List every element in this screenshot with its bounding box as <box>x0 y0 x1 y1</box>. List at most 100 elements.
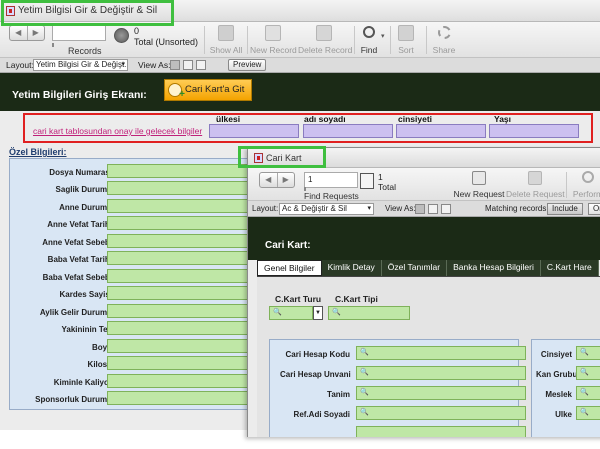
c-kart-tipi-field[interactable]: 🔍 <box>328 306 410 320</box>
page-title: Yetim Bilgileri Giriş Ekranı: <box>12 89 147 101</box>
magnifier-icon: 🔍 <box>360 369 369 376</box>
cinsiyeti-label: cinsiyeti <box>398 114 433 124</box>
view-table-button[interactable] <box>196 60 206 70</box>
view-list-button[interactable] <box>428 204 438 214</box>
cari-kart-link[interactable]: cari kart tablosundan onay ile gelecek b… <box>33 126 202 136</box>
cari-hesap-unvani-label: Cari Hesap Unvani <box>280 370 351 379</box>
magnifier-icon: 🔍 <box>580 409 589 416</box>
cinsiyet-field[interactable]: 🔍 <box>576 346 600 360</box>
ozel-row: Yakininin Teli <box>10 321 257 338</box>
find-button[interactable]: Find <box>356 22 382 58</box>
view-form-button[interactable] <box>170 60 180 70</box>
omit-button[interactable]: Om <box>588 203 600 215</box>
record-pie-icon <box>114 28 129 43</box>
next-record-icon[interactable]: ▶ <box>28 26 45 40</box>
prev-request-icon[interactable]: ◀ <box>260 173 278 187</box>
record-count: 0 <box>134 26 140 36</box>
c-kart-turu-field[interactable]: 🔍 <box>269 306 313 320</box>
preview-button[interactable]: Preview <box>228 59 267 71</box>
tanim-label: Tanim <box>327 390 350 399</box>
kisisel-subpanel: Cinsiyet 🔍 Kan Grubu 🔍 Meslek 🔍 Ulke 🔍 <box>531 339 600 437</box>
cari-hesap-kodu-field[interactable]: 🔍 <box>356 346 526 360</box>
prev-record-icon[interactable]: ◀ <box>10 26 28 40</box>
new-request-icon <box>472 171 486 185</box>
extra-field[interactable] <box>356 426 526 437</box>
aylik-gelir-field[interactable] <box>107 304 257 318</box>
view-table-button[interactable] <box>441 204 451 214</box>
go-to-cari-kart-button[interactable]: Cari Kart'a Git <box>164 79 252 101</box>
toolbar-separator <box>566 172 567 198</box>
kan-grubu-field[interactable]: 🔍 <box>576 366 600 380</box>
anne-durumu-field[interactable] <box>107 199 257 213</box>
include-button[interactable]: Include <box>547 203 583 215</box>
cari-hesap-kodu-label: Cari Hesap Kodu <box>285 350 350 359</box>
saglik-durumu-field[interactable] <box>107 181 257 195</box>
toolbar-separator <box>247 26 248 54</box>
share-button[interactable]: Share <box>430 22 458 58</box>
ulkesi-field[interactable] <box>209 124 299 138</box>
tab-banka-hesap-bilgileri[interactable]: Banka Hesap Bilgileri <box>447 260 541 276</box>
anne-vefat-sebebi-field[interactable] <box>107 234 257 248</box>
meslek-field[interactable]: 🔍 <box>576 386 600 400</box>
cari-kart-heading: Cari Kart: <box>265 240 311 251</box>
ulke-field[interactable]: 🔍 <box>576 406 600 420</box>
baba-vefat-sebebi-field[interactable] <box>107 269 257 283</box>
new-record-button[interactable]: New Record <box>250 22 297 58</box>
main-toolbar: ◀ ▶ Records 0 Total (Unsorted) Show All … <box>0 22 600 58</box>
boyu-field[interactable] <box>107 339 257 353</box>
record-navigator[interactable]: ◀ ▶ <box>9 25 45 41</box>
cari-kart-window: Cari Kart ◀ ▶ 1 Find Requests 1 Total Ne… <box>247 147 600 437</box>
tab-genel-bilgiler[interactable]: Genel Bilgiler <box>257 260 322 276</box>
kiminle-kaliyor-field[interactable] <box>107 374 257 388</box>
delete-record-button[interactable]: Delete Record <box>298 22 352 58</box>
kardes-sayisi-field[interactable] <box>107 286 257 300</box>
adi-soyadi-field[interactable] <box>303 124 393 138</box>
find-dropdown-icon[interactable]: ▾ <box>381 32 385 40</box>
tab-c-kart-hareketleri[interactable]: C.Kart Hare <box>540 260 599 276</box>
ozel-row: Sponsorluk Durumu <box>10 391 257 408</box>
ozel-row: Saglik Durumu <box>10 181 257 198</box>
ozel-row: Baba Vefat Sebebi <box>10 269 257 286</box>
baba-vefat-tarihi-field[interactable] <box>107 251 257 265</box>
find-requests-label: Find Requests <box>304 191 359 201</box>
c-kart-turu-label: C.Kart Turu <box>275 294 322 304</box>
yasi-field[interactable] <box>489 124 579 138</box>
perform-find-button[interactable]: Perform <box>568 168 600 201</box>
sponsorluk-durumu-field[interactable] <box>107 391 257 405</box>
ozel-bilgileri-panel: Dosya Numarasi Saglik Durumu Anne Durumu… <box>9 158 257 410</box>
ref-adi-soyadi-field[interactable]: 🔍 <box>356 406 526 420</box>
layout-select[interactable]: Ac & Değiştir & Sil ▾ <box>279 203 374 215</box>
ulke-label: Ulke <box>555 410 572 419</box>
tab-ozel-tanimlar[interactable]: Özel Tanımlar <box>381 260 448 276</box>
yakininin-teli-field[interactable] <box>107 321 257 335</box>
cinsiyeti-field[interactable] <box>396 124 486 138</box>
new-request-button[interactable]: New Request <box>453 168 505 201</box>
delete-request-button[interactable]: Delete Request <box>506 168 565 201</box>
show-all-button[interactable]: Show All <box>208 22 244 58</box>
view-list-button[interactable] <box>183 60 193 70</box>
view-form-button[interactable] <box>415 204 425 214</box>
request-navigator[interactable]: ◀ ▶ <box>259 172 295 188</box>
request-count: 1 <box>378 172 383 182</box>
cari-hesap-unvani-field[interactable]: 🔍 <box>356 366 526 380</box>
next-request-icon[interactable]: ▶ <box>278 173 295 187</box>
sort-button[interactable]: Sort <box>394 22 418 58</box>
anne-vefat-tarihi-field[interactable] <box>107 216 257 230</box>
ozel-row: Boyu <box>10 339 257 356</box>
dosya-numarasi-field[interactable] <box>107 164 257 178</box>
delete-request-icon <box>528 171 542 185</box>
record-number-input[interactable] <box>52 25 106 41</box>
layout-select[interactable]: Yetim Bilgisi Gir & Değişt... ▾ <box>33 59 128 71</box>
kilosu-field[interactable] <box>107 356 257 370</box>
request-number-input[interactable]: 1 <box>304 172 358 188</box>
ozel-bilgileri-title: Özel Bilgileri: <box>9 147 67 157</box>
delete-record-icon <box>316 25 332 41</box>
cari-kart-toolbar: ◀ ▶ 1 Find Requests 1 Total New Request … <box>248 168 600 201</box>
tanim-field[interactable]: 🔍 <box>356 386 526 400</box>
c-kart-turu-dropdown[interactable]: ▼ <box>313 306 323 320</box>
share-icon <box>437 26 451 39</box>
tab-kimlik-detay[interactable]: Kimlik Detay <box>321 260 382 276</box>
magnifier-icon: 🔍 <box>580 389 589 396</box>
record-slider[interactable] <box>52 43 54 47</box>
cinsiyet-label: Cinsiyet <box>540 350 572 359</box>
